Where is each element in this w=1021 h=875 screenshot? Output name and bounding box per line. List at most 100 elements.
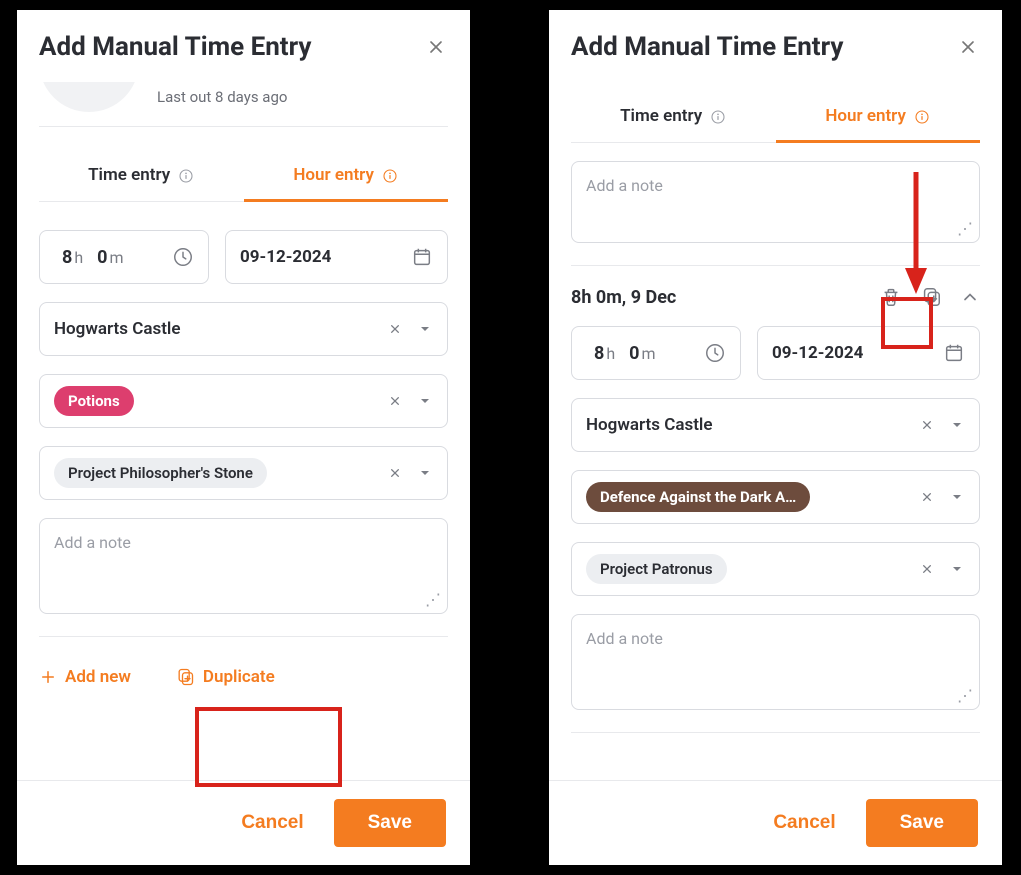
divider [571,732,980,733]
hours-unit: h [74,248,83,267]
avatar [39,82,139,112]
clock-icon [172,246,194,268]
duration-field[interactable]: 8h 0m [571,326,741,380]
user-row: Last out 8 days ago [17,82,470,126]
minutes-value: 0 [629,343,639,364]
info-icon [710,109,726,125]
right-body: Time entry Hour entry Add a note ⋰ 8h 0m… [549,82,1002,780]
tab-time-entry[interactable]: Time entry [571,94,776,142]
resize-handle[interactable]: ⋰ [957,686,973,705]
divider [571,265,980,266]
entry-tabs: Time entry Hour entry [571,94,980,143]
category-chip: Defence Against the Dark A… [586,482,810,512]
dialog-title: Add Manual Time Entry [571,32,843,62]
tab-label: Hour entry [293,165,374,185]
note-field[interactable]: Add a note ⋰ [571,614,980,710]
left-panel: Add Manual Time Entry Last out 8 days ag… [16,9,471,866]
clear-icon[interactable] [919,417,935,433]
chevron-down-icon[interactable] [417,393,433,409]
add-new-label: Add new [65,667,131,687]
chevron-down-icon[interactable] [949,489,965,505]
project-select[interactable]: Project Patronus [571,542,980,596]
project-chip: Project Philosopher's Stone [54,458,267,488]
calendar-icon [943,342,965,364]
clear-icon[interactable] [919,489,935,505]
duration-field[interactable]: 8h 0m [39,230,209,284]
date-value: 09-12-2024 [772,343,863,363]
note-field-top[interactable]: Add a note ⋰ [571,161,980,243]
note-field[interactable]: Add a note ⋰ [39,518,448,614]
clear-icon[interactable] [387,465,403,481]
tab-time-entry[interactable]: Time entry [39,153,244,201]
add-new-button[interactable]: Add new [39,667,131,687]
cancel-button[interactable]: Cancel [767,811,841,835]
save-button[interactable]: Save [334,799,446,847]
tab-label: Hour entry [825,106,906,126]
hours-value: 8 [594,343,604,364]
hours-value: 8 [62,247,72,268]
resize-handle[interactable]: ⋰ [425,590,441,609]
save-button[interactable]: Save [866,799,978,847]
location-select[interactable]: Hogwarts Castle [39,302,448,356]
project-chip: Project Patronus [586,554,727,584]
location-value: Hogwarts Castle [54,319,180,339]
tab-label: Time entry [620,106,702,126]
action-links: Add new Duplicate [39,667,448,687]
footer: Cancel Save [549,780,1002,865]
minutes-unit: m [109,248,123,267]
minutes-unit: m [641,344,655,363]
dialog-title: Add Manual Time Entry [39,32,311,62]
duplicate-icon[interactable] [920,286,942,308]
calendar-icon [411,246,433,268]
chevron-down-icon[interactable] [417,321,433,337]
tab-hour-entry[interactable]: Hour entry [244,153,449,201]
category-select[interactable]: Defence Against the Dark A… [571,470,980,524]
note-placeholder: Add a note [586,629,663,648]
category-chip: Potions [54,386,134,416]
divider [39,126,448,127]
info-icon [914,109,930,125]
chevron-down-icon[interactable] [949,561,965,577]
last-out-text: Last out 8 days ago [157,88,287,106]
category-select[interactable]: Potions [39,374,448,428]
plus-icon [39,668,57,686]
chevron-up-icon[interactable] [960,287,980,307]
header: Add Manual Time Entry [17,10,470,72]
time-date-row: 8h 0m 09-12-2024 [39,230,448,284]
trash-icon[interactable] [880,286,902,308]
date-field[interactable]: 09-12-2024 [225,230,448,284]
close-icon[interactable] [958,37,978,57]
tab-hour-entry[interactable]: Hour entry [776,94,981,142]
chevron-down-icon[interactable] [417,465,433,481]
clock-icon [704,342,726,364]
chevron-down-icon[interactable] [949,417,965,433]
hours-unit: h [606,344,615,363]
footer: Cancel Save [17,780,470,865]
note-placeholder: Add a note [54,533,131,552]
close-icon[interactable] [426,37,446,57]
note-placeholder: Add a note [586,176,663,195]
cancel-button[interactable]: Cancel [235,811,309,835]
clear-icon[interactable] [387,393,403,409]
right-panel: Add Manual Time Entry Time entry Hour en… [548,9,1003,866]
location-select[interactable]: Hogwarts Castle [571,398,980,452]
project-select[interactable]: Project Philosopher's Stone [39,446,448,500]
info-icon [178,168,194,184]
entry-summary: 8h 0m, 9 Dec [571,286,980,308]
clear-icon[interactable] [387,321,403,337]
clear-icon[interactable] [919,561,935,577]
left-body: Last out 8 days ago Time entry Hour entr… [17,82,470,780]
tab-label: Time entry [88,165,170,185]
entry-tabs: Time entry Hour entry [39,153,448,202]
duplicate-label: Duplicate [203,667,275,687]
date-value: 09-12-2024 [240,247,331,267]
duplicate-button[interactable]: Duplicate [175,667,275,687]
divider [39,636,448,637]
header: Add Manual Time Entry [549,10,1002,72]
info-icon [382,168,398,184]
resize-handle[interactable]: ⋰ [957,219,973,238]
date-field[interactable]: 09-12-2024 [757,326,980,380]
summary-text: 8h 0m, 9 Dec [571,287,676,308]
minutes-value: 0 [97,247,107,268]
time-date-row: 8h 0m 09-12-2024 [571,326,980,380]
